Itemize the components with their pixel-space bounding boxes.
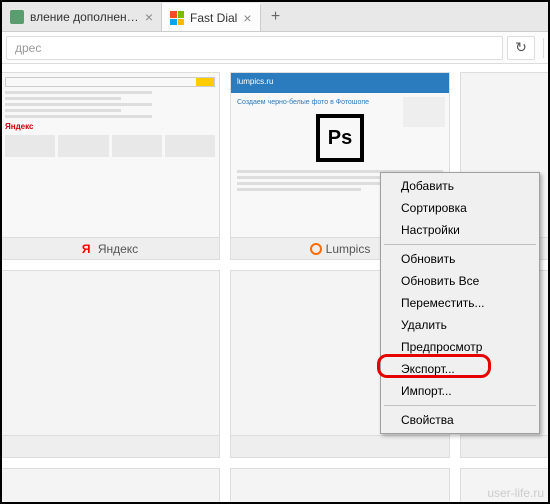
puzzle-icon	[10, 10, 24, 24]
photoshop-icon: Ps	[316, 114, 364, 162]
yandex-icon: Я	[82, 243, 94, 255]
menu-item-удалить[interactable]: Удалить	[383, 314, 537, 336]
tab-label: Fast Dial	[190, 11, 237, 25]
tab-addon-manager[interactable]: вление дополнения... ×	[2, 3, 162, 31]
close-icon[interactable]: ×	[145, 10, 153, 24]
separator	[543, 38, 544, 58]
menu-item-предпросмотр[interactable]: Предпросмотр	[383, 336, 537, 358]
tab-bar: вление дополнения... × Fast Dial × +	[2, 2, 548, 32]
lumpics-header: lumpics.ru	[231, 73, 449, 93]
tab-label: вление дополнения...	[30, 10, 139, 24]
menu-item-экспорт-[interactable]: Экспорт...	[383, 358, 537, 380]
tile-thumbnail: Яндекс	[2, 73, 219, 237]
menu-item-импорт-[interactable]: Импорт...	[383, 380, 537, 402]
new-tab-button[interactable]: +	[261, 3, 291, 31]
menu-separator	[384, 405, 536, 406]
tile-caption: Я Яндекс	[2, 237, 219, 259]
browser-window: вление дополнения... × Fast Dial × + дре…	[2, 2, 548, 502]
menu-item-обновить[interactable]: Обновить	[383, 248, 537, 270]
address-placeholder: дрес	[15, 41, 41, 55]
menu-item-настройки[interactable]: Настройки	[383, 219, 537, 241]
dial-tile-empty[interactable]	[2, 270, 220, 458]
context-menu: ДобавитьСортировкаНастройки ОбновитьОбнов…	[380, 172, 540, 434]
menu-item-сортировка[interactable]: Сортировка	[383, 197, 537, 219]
tile-caption-text: Яндекс	[98, 242, 138, 256]
close-icon[interactable]: ×	[243, 11, 251, 25]
menu-item-добавить[interactable]: Добавить	[383, 175, 537, 197]
tab-fast-dial[interactable]: Fast Dial ×	[162, 3, 261, 31]
tile-caption-text: Lumpics	[326, 242, 371, 256]
watermark: user-life.ru	[487, 486, 544, 500]
yandex-logo: Яндекс	[5, 122, 215, 131]
reload-button[interactable]: ↻	[507, 36, 535, 60]
lumpics-icon	[310, 243, 322, 255]
address-bar[interactable]: дрес	[6, 36, 503, 60]
menu-item-обновить-все[interactable]: Обновить Все	[383, 270, 537, 292]
toolbar: дрес ↻	[2, 32, 548, 64]
dial-tile-empty[interactable]	[230, 468, 450, 502]
menu-item-свойства[interactable]: Свойства	[383, 409, 537, 431]
dial-tile-yandex[interactable]: Яндекс Я Яндекс	[2, 72, 220, 260]
menu-item-переместить-[interactable]: Переместить...	[383, 292, 537, 314]
menu-separator	[384, 244, 536, 245]
fastdial-icon	[170, 11, 184, 25]
dial-tile-empty[interactable]	[2, 468, 220, 502]
